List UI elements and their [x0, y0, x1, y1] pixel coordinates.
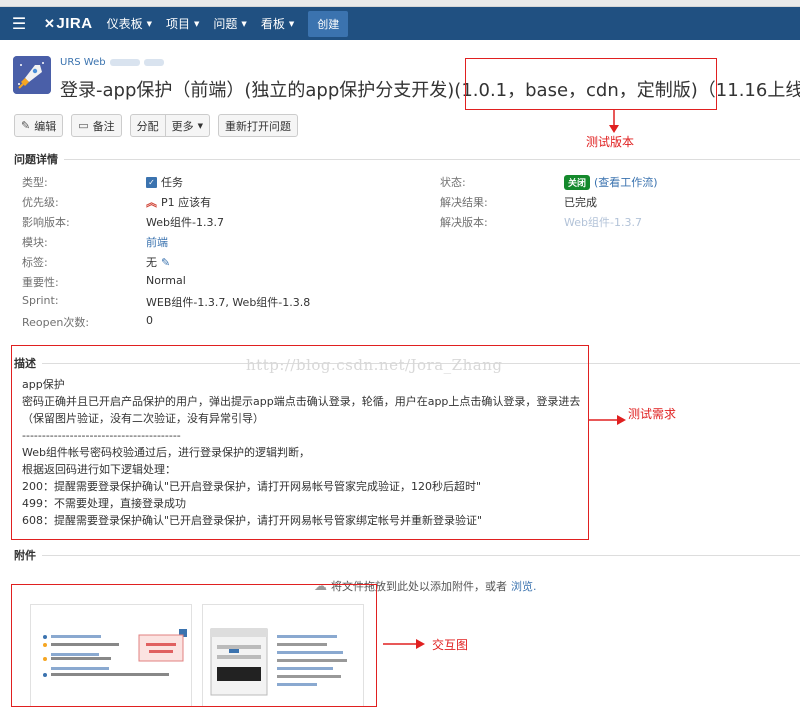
- bookmarks-bar: [0, 0, 800, 7]
- annotation-label-interaction: 交互图: [432, 638, 469, 652]
- field-label-priority: 优先级:: [22, 196, 59, 209]
- view-workflow-link[interactable]: (查看工作流): [594, 174, 658, 190]
- nav-boards[interactable]: 看板 ▼: [261, 15, 294, 32]
- chevron-down-icon: ▼: [241, 19, 247, 28]
- field-label-labels: 标签:: [22, 256, 48, 269]
- field-value-resolution: 已完成: [564, 196, 597, 209]
- field-value-severity: Normal: [146, 274, 186, 287]
- field-label-resolution: 解决结果:: [440, 196, 488, 209]
- annotation-box-requirements: [11, 345, 589, 540]
- jira-logo[interactable]: ✕JIRA: [44, 15, 93, 32]
- field-value-affects-version[interactable]: Web组件-1.3.7: [146, 214, 224, 230]
- chevron-down-icon: ▼: [194, 19, 200, 28]
- annotation-arrow-right: [383, 639, 425, 649]
- field-label-type: 类型:: [22, 176, 48, 189]
- status-badge: 关闭: [564, 174, 591, 190]
- edit-labels-pencil-icon[interactable]: ✎: [161, 256, 170, 269]
- annotation-box-version: [465, 58, 717, 110]
- project-avatar[interactable]: [13, 56, 51, 94]
- reopen-button[interactable]: 重新打开问题: [218, 114, 299, 137]
- nav-projects[interactable]: 项目 ▼: [166, 15, 199, 32]
- create-button[interactable]: 创建: [308, 10, 349, 37]
- field-value-fix-version[interactable]: Web组件-1.3.7: [564, 214, 642, 230]
- annotation-arrow-down: [609, 110, 619, 133]
- field-value-status: 关闭 (查看工作流): [564, 174, 658, 190]
- field-value-reopen-count: 0: [146, 314, 153, 327]
- comment-icon: ▭: [78, 119, 89, 132]
- field-value-component[interactable]: 前端: [146, 234, 168, 250]
- field-label-sprint: Sprint:: [22, 294, 59, 307]
- assign-button[interactable]: 分配: [129, 114, 166, 137]
- annotation-label-requirements: 测试需求: [628, 407, 677, 421]
- breadcrumb[interactable]: URS Web: [60, 57, 164, 68]
- nav-issues[interactable]: 问题 ▼: [213, 15, 246, 32]
- field-value-sprint[interactable]: WEB组件-1.3.7, Web组件-1.3.8: [146, 294, 310, 310]
- field-label-component: 模块:: [22, 236, 48, 249]
- field-label-severity: 重要性:: [22, 276, 59, 289]
- task-type-icon: ✓: [146, 176, 157, 188]
- annotation-box-interaction: [11, 584, 377, 707]
- annotation-arrow-right: [589, 415, 626, 425]
- rocket-icon: [13, 56, 51, 94]
- field-label-affects-version: 影响版本:: [22, 216, 70, 229]
- details-heading[interactable]: 问题详情: [14, 151, 800, 167]
- priority-high-icon: ︽: [146, 196, 157, 209]
- edit-button[interactable]: ✎ 编辑: [14, 114, 64, 137]
- pencil-icon: ✎: [21, 119, 31, 132]
- hamburger-menu-icon[interactable]: ☰: [4, 14, 34, 33]
- field-label-status: 状态:: [440, 176, 466, 189]
- field-label-reopen-count: Reopen次数:: [22, 316, 90, 329]
- comment-button[interactable]: ▭ 备注: [71, 114, 122, 137]
- field-value-labels: 无 ✎: [146, 255, 171, 270]
- field-value-priority: ︽ P1 应该有: [146, 196, 212, 209]
- top-nav: ☰ ✕JIRA 仪表板 ▼ 项目 ▼ 问题 ▼ 看板 ▼ 创建: [0, 7, 800, 40]
- attachments-heading[interactable]: 附件: [14, 547, 800, 563]
- nav-dashboards[interactable]: 仪表板 ▼: [107, 15, 152, 32]
- chevron-down-icon: ▼: [146, 19, 152, 28]
- chevron-down-icon: ▼: [288, 19, 295, 28]
- browse-link[interactable]: 浏览.: [511, 578, 537, 594]
- chevron-down-icon: ▼: [197, 121, 204, 130]
- more-button[interactable]: 更多 ▼: [165, 114, 211, 137]
- field-value-type: ✓ 任务: [146, 174, 183, 190]
- field-label-fix-version: 解决版本:: [440, 216, 488, 229]
- issue-toolbar: ✎ 编辑 ▭ 备注 分配 更多 ▼ 重新打开问题: [14, 114, 306, 138]
- annotation-label-version: 测试版本: [586, 135, 635, 149]
